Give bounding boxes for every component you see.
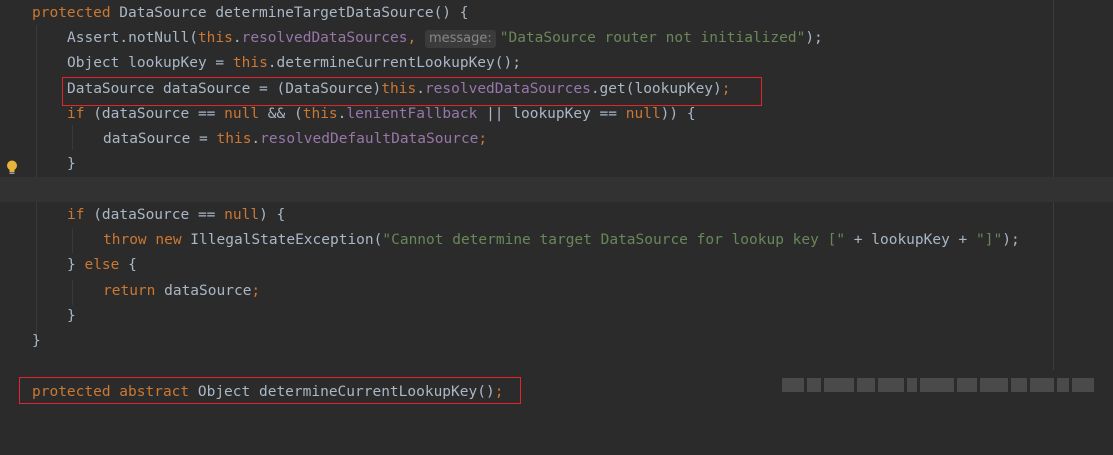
code-token: (dataSource == (84, 207, 225, 223)
code-token: ); (805, 30, 823, 46)
code-token: protected (32, 5, 111, 21)
code-token: } (67, 257, 85, 273)
code-token: lenientFallback (346, 106, 478, 122)
code-token: this (302, 106, 338, 122)
code-token: else (84, 257, 120, 273)
code-token: , (407, 30, 425, 46)
code-line[interactable]: } else { (0, 253, 1113, 278)
code-token: null (224, 207, 260, 223)
code-line[interactable]: } (0, 304, 1113, 329)
code-token: .determineCurrentLookupKey(); (267, 55, 521, 71)
code-line[interactable]: throw new IllegalStateException("Cannot … (0, 228, 1113, 253)
code-token: IllegalStateException( (181, 232, 383, 248)
code-token: } (32, 333, 41, 349)
code-token: this (232, 55, 268, 71)
code-line[interactable]: protected DataSource determineTargetData… (0, 1, 1113, 26)
code-token: (dataSource == (84, 106, 225, 122)
code-token: if (67, 106, 85, 122)
code-token: this (216, 131, 252, 147)
code-token: || lookupKey == (477, 106, 626, 122)
code-line[interactable]: } (0, 329, 1113, 354)
blurred-watermark (782, 378, 1094, 392)
code-token: )) { (660, 106, 696, 122)
code-token: . (232, 30, 242, 46)
lightbulb-icon[interactable] (6, 160, 18, 176)
code-token: Object lookupKey = (67, 55, 233, 71)
code-token: "DataSource router not initialized" (499, 30, 806, 46)
code-token: Assert.notNull( (67, 30, 198, 46)
code-token: if (67, 207, 85, 223)
current-line[interactable] (0, 177, 1113, 202)
code-line[interactable]: if (dataSource == null && (this.lenientF… (0, 102, 1113, 127)
code-line[interactable]: Assert.notNull(this.resolvedDataSources,… (0, 26, 1113, 51)
code-token: this (197, 30, 233, 46)
code-token: null (224, 106, 260, 122)
code-token: throw new (103, 232, 182, 248)
code-token: ) { (259, 207, 286, 223)
code-token: dataSource (155, 283, 252, 299)
code-token: { (119, 257, 137, 273)
code-token: "Cannot determine target DataSource for … (382, 232, 846, 248)
code-line[interactable]: } (0, 152, 1113, 177)
highlight-box (19, 377, 521, 404)
code-editor[interactable]: protected DataSource determineTargetData… (0, 0, 1113, 404)
code-line[interactable]: dataSource = this.resolvedDefaultDataSou… (0, 127, 1113, 152)
code-token: } (67, 308, 76, 324)
code-token: null (625, 106, 661, 122)
code-token: resolvedDataSources (241, 30, 408, 46)
code-token: && ( (259, 106, 303, 122)
code-token: . (251, 131, 261, 147)
code-line[interactable]: Object lookupKey = this.determineCurrent… (0, 51, 1113, 76)
code-token: + lookupKey + (845, 232, 977, 248)
code-token: ; (251, 283, 261, 299)
parameter-hint: message: (424, 30, 496, 48)
code-token: dataSource = (103, 131, 217, 147)
code-token: ; (478, 131, 488, 147)
code-token: resolvedDefaultDataSource (260, 131, 479, 147)
code-line[interactable]: if (dataSource == null) { (0, 203, 1113, 228)
code-line[interactable]: return dataSource; (0, 279, 1113, 304)
code-token: return (103, 283, 156, 299)
code-token: "]" (976, 232, 1003, 248)
code-token: DataSource determineTargetDataSource() { (110, 5, 469, 21)
code-token: ); (1002, 232, 1020, 248)
code-token: } (67, 156, 76, 172)
